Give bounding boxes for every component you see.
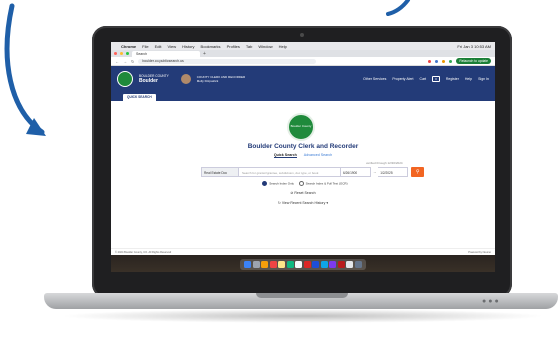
search-bar: Real Estate Doc Search for grantor/grant…	[201, 167, 425, 177]
date-to-field[interactable]: 1/2/2025	[378, 167, 409, 177]
page-footer: © 2024 Boulder County, CO. All Rights Re…	[111, 248, 495, 255]
menu-tab[interactable]: Tab	[246, 44, 252, 49]
macos-dock	[240, 258, 366, 270]
app-icon[interactable]	[329, 260, 337, 268]
app-icon[interactable]	[337, 260, 345, 268]
app-icon[interactable]	[252, 260, 260, 268]
official-info: COUNTY CLERK AND RECORDER Molly Fitzpatr…	[197, 75, 245, 83]
base-dots: ●●●	[482, 298, 501, 305]
close-window-icon[interactable]	[114, 52, 117, 55]
menu-bookmarks[interactable]: Bookmarks	[201, 44, 221, 49]
laptop-screen: Chrome File Edit View History Bookmarks …	[111, 42, 495, 272]
recent-history-label: View Recent Search History	[281, 201, 326, 205]
page-title: Boulder County Clerk and Recorder	[247, 143, 359, 150]
menu-history[interactable]: History	[182, 44, 194, 49]
app-icon[interactable]	[303, 260, 311, 268]
date-from-field[interactable]: 6/26/1900	[341, 167, 371, 177]
app-icon[interactable]	[346, 260, 354, 268]
site-name-big: Boulder	[139, 78, 158, 84]
radio-full-text-label: Search Index & Full Text (OCR)	[305, 181, 348, 186]
back-icon[interactable]: ←	[115, 59, 119, 64]
cart-count-badge: 0	[432, 76, 440, 82]
county-logo-icon[interactable]	[117, 71, 133, 87]
tab-advanced-search[interactable]: Advanced Search	[304, 153, 332, 157]
history-icon: ↻	[277, 201, 281, 205]
reset-search-label: Reset Search	[294, 191, 316, 195]
reset-icon: ⊘	[290, 191, 294, 195]
menu-view[interactable]: View	[167, 44, 176, 49]
menu-help[interactable]: Help	[279, 44, 287, 49]
official-name: Molly Fitzpatrick	[196, 79, 219, 83]
recent-history-link[interactable]: ↻ View Recent Search History ▾	[111, 201, 495, 205]
calendar-icon[interactable]	[269, 260, 277, 268]
stage: ●●● Chrome File Edit View History Bookma…	[0, 0, 558, 344]
extension-icon[interactable]	[428, 59, 432, 63]
menubar-clock[interactable]: Fri Jan 3 10:53 AM	[457, 44, 491, 49]
reset-search-button[interactable]: ⊘ Reset Search	[111, 191, 495, 195]
copyright-text: © 2024 Boulder County, CO. All Rights Re…	[115, 250, 172, 254]
help-menu[interactable]: Help	[465, 77, 472, 81]
search-button[interactable]: ⚲	[411, 167, 425, 177]
app-icon[interactable]	[320, 260, 328, 268]
app-icon[interactable]	[312, 260, 320, 268]
avatar	[180, 74, 191, 84]
laptop-notch	[256, 293, 348, 298]
radio-index-only-label: Search Index Only	[269, 181, 294, 186]
extension-icon[interactable]	[435, 59, 439, 63]
extension-icon[interactable]	[442, 59, 446, 63]
document-type-select[interactable]: Real Estate Doc	[201, 167, 239, 177]
main-content: Boulder County Boulder County Clerk and …	[111, 101, 495, 255]
chevron-down-icon: ▾	[326, 201, 329, 205]
tab-quick-search[interactable]: QUICK SEARCH	[123, 94, 156, 101]
minimize-window-icon[interactable]	[120, 52, 123, 55]
macos-menubar: Chrome File Edit View History Bookmarks …	[111, 42, 495, 50]
chrome-icon[interactable]	[295, 260, 303, 268]
relaunch-button[interactable]: Relaunch to update	[456, 58, 491, 64]
forward-icon[interactable]: →	[123, 59, 127, 64]
laptop-shadow	[60, 309, 546, 323]
browser-tab-strip: Search +	[111, 50, 495, 57]
menu-profiles[interactable]: Profiles	[227, 44, 240, 49]
radio-full-text[interactable]	[298, 181, 304, 186]
extension-icon[interactable]	[449, 59, 453, 63]
other-services-menu[interactable]: Other Services	[363, 77, 386, 81]
site-header: BOULDER COUNTY Boulder COUNTY CLERK AND …	[111, 66, 495, 92]
menu-file[interactable]: File	[142, 44, 148, 49]
address-bar[interactable]: boulder.co.publicsearch.us	[138, 58, 317, 64]
finder-icon[interactable]	[244, 260, 252, 268]
browser-toolbar: ← → ↻ boulder.co.publicsearch.us Relaunc…	[111, 57, 495, 66]
reload-icon[interactable]: ↻	[131, 59, 134, 64]
macos-desktop	[111, 255, 495, 272]
search-icon: ⚲	[415, 169, 420, 175]
menu-edit[interactable]: Edit	[155, 44, 162, 49]
search-tab-strip: QUICK SEARCH	[111, 92, 495, 101]
site-name[interactable]: BOULDER COUNTY Boulder	[139, 74, 169, 84]
maximize-window-icon[interactable]	[126, 52, 129, 55]
trash-icon[interactable]	[354, 260, 362, 268]
powered-by: Powered by Neumo	[468, 250, 491, 254]
menu-app-name[interactable]: Chrome	[121, 44, 136, 49]
cart-link[interactable]: Cart	[420, 77, 427, 81]
date-separator: →	[373, 170, 377, 174]
search-input[interactable]: Search for grantor/grantee, subdivision,…	[239, 167, 341, 177]
new-tab-icon[interactable]: +	[203, 51, 206, 57]
menu-window[interactable]: Window	[258, 44, 272, 49]
verified-date: verified through 12/30/2024	[366, 161, 403, 165]
register-link[interactable]: Register	[446, 77, 459, 81]
property-alert-link[interactable]: Property Alert	[392, 77, 413, 81]
search-mode-tabs: Quick Search Advanced Search	[111, 153, 495, 158]
county-seal-logo: Boulder County	[287, 113, 315, 141]
search-options: Search Index Only Search Index & Full Te…	[111, 181, 495, 186]
browser-tab[interactable]: Search	[132, 51, 200, 57]
sign-in-link[interactable]: Sign In	[478, 77, 489, 81]
app-icon[interactable]	[286, 260, 294, 268]
notes-icon[interactable]	[278, 260, 286, 268]
tab-quick-search-mode[interactable]: Quick Search	[273, 153, 297, 158]
app-icon[interactable]	[261, 260, 269, 268]
radio-index-only[interactable]	[262, 181, 268, 186]
camera-icon	[300, 33, 304, 37]
